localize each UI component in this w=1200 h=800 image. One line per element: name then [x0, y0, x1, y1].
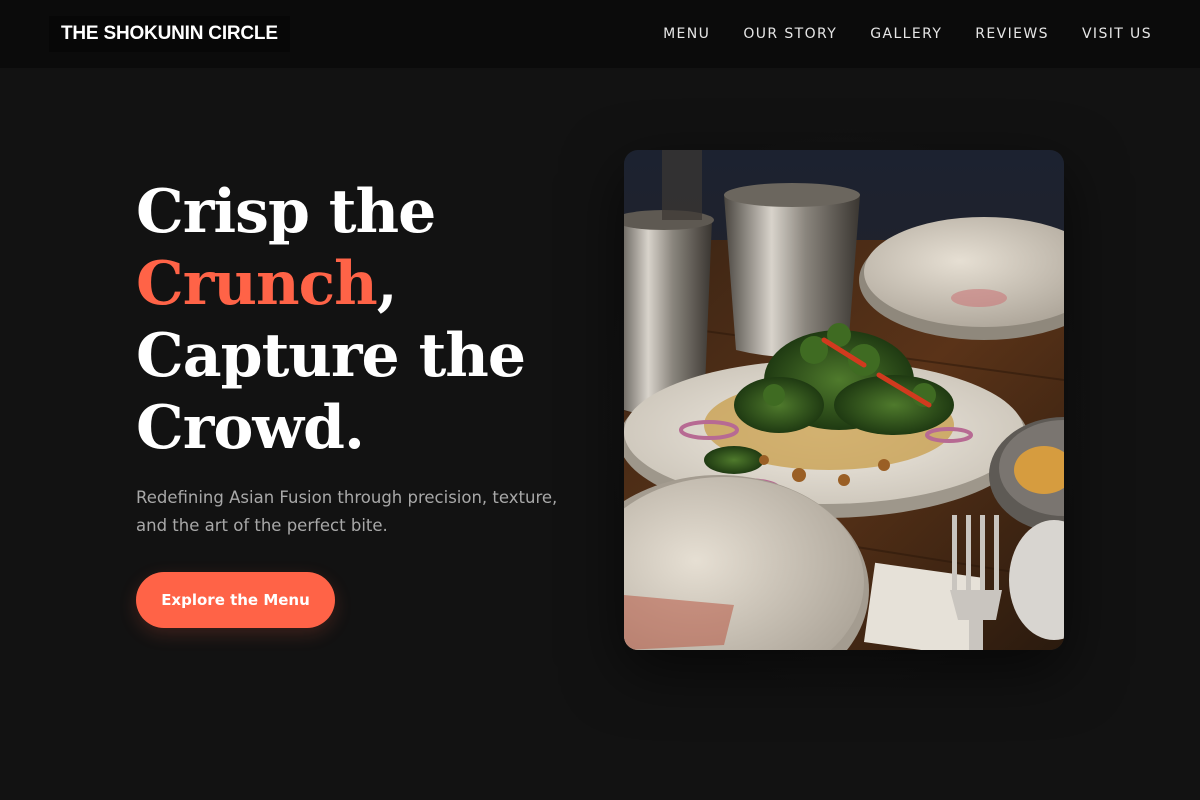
nav-link-our-story[interactable]: OUR STORY	[743, 26, 837, 42]
salad-dish-photo-icon	[624, 150, 1064, 650]
headline-line-2: Crunch,	[136, 248, 596, 320]
brand-logo[interactable]: THE SHOKUNIN CIRCLE	[49, 16, 290, 52]
nav-link-menu[interactable]: MENU	[663, 26, 710, 42]
nav-link-gallery[interactable]: GALLERY	[870, 26, 942, 42]
headline-line-4: Crowd.	[136, 393, 365, 463]
headline-line-3: Capture the	[136, 321, 526, 391]
headline-accent-word: Crunch	[136, 249, 378, 319]
headline-line-1: Crisp the	[136, 177, 436, 247]
nav-link-visit-us[interactable]: VISIT US	[1082, 26, 1152, 42]
top-navigation-bar: THE SHOKUNIN CIRCLE MENU OUR STORY GALLE…	[0, 0, 1200, 68]
main-nav: MENU OUR STORY GALLERY REVIEWS VISIT US	[663, 0, 1152, 68]
hero-dish-photo	[624, 150, 1064, 650]
nav-link-reviews[interactable]: REVIEWS	[975, 26, 1049, 42]
hero-subtitle: Redefining Asian Fusion through precisio…	[136, 488, 558, 535]
hero-headline: Crisp the Crunch, Capture the Crowd.	[136, 176, 596, 464]
explore-menu-button[interactable]: Explore the Menu	[136, 572, 335, 628]
headline-accent-suffix: ,	[376, 249, 398, 319]
